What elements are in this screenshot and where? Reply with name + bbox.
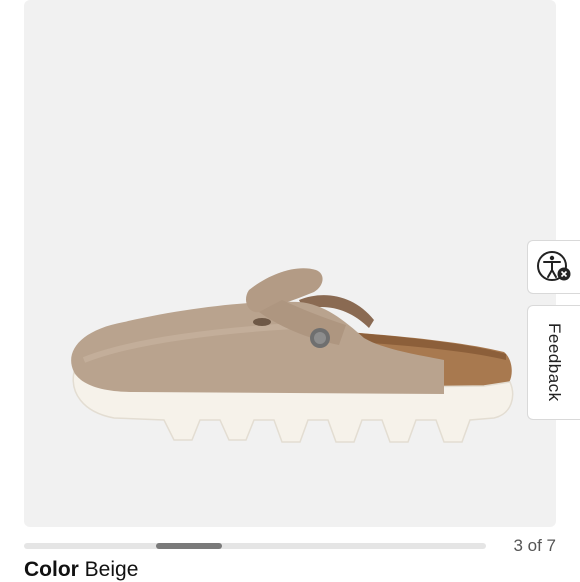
color-selection: Color Beige — [24, 558, 138, 582]
product-image[interactable] — [24, 0, 556, 527]
color-value: Beige — [84, 558, 139, 581]
image-counter: 3 of 7 — [513, 536, 556, 555]
accessibility-button[interactable] — [527, 240, 580, 294]
gallery-progress-track[interactable] — [24, 543, 486, 549]
color-label: Color — [24, 558, 79, 581]
accessibility-icon — [537, 251, 571, 281]
feedback-button[interactable]: Feedback — [527, 305, 580, 420]
feedback-label: Feedback — [545, 323, 564, 402]
gallery-progress-thumb[interactable] — [156, 543, 222, 549]
clog-illustration — [71, 268, 514, 443]
